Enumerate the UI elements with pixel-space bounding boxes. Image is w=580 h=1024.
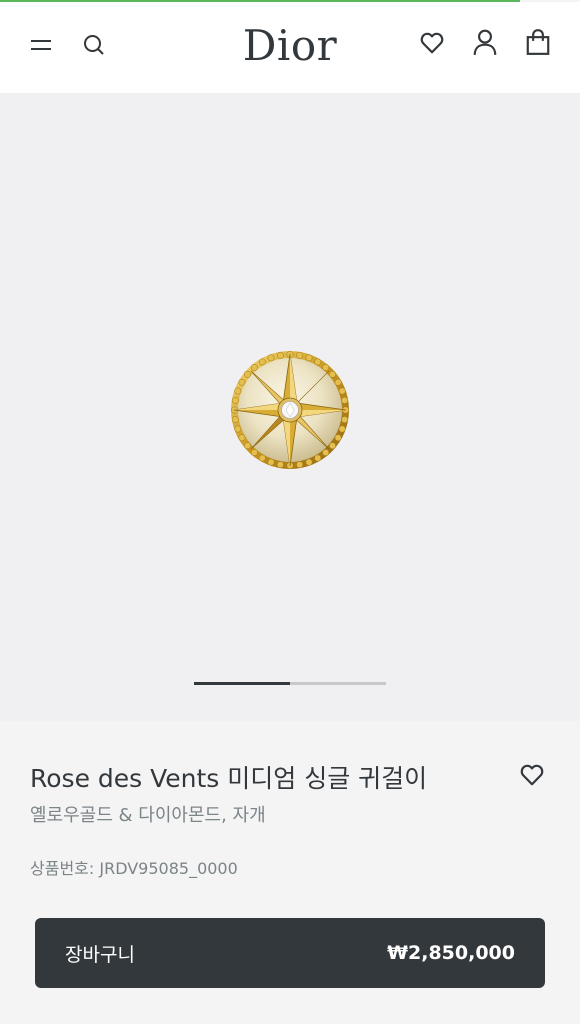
wishlist-button[interactable]: [412, 23, 452, 63]
earring-bead: [322, 364, 330, 371]
earring-bead: [234, 425, 242, 433]
earring-bead: [258, 358, 266, 366]
bag-icon: [526, 29, 550, 55]
earring-bead: [322, 449, 330, 456]
add-to-cart-label: 장바구니: [65, 943, 135, 966]
earring-bead: [296, 351, 304, 359]
earring-bead: [341, 396, 349, 404]
earring-bead: [267, 458, 275, 466]
product-material: 옐로우골드 & 다이아몬드, 자개: [30, 805, 266, 826]
shopping-bag-button[interactable]: [518, 22, 558, 62]
product-title: Rose des Vents 미디엄 싱글 귀걸이: [30, 764, 428, 793]
earring-bead: [231, 416, 239, 424]
account-icon: [473, 29, 497, 55]
heart-icon: [420, 32, 444, 54]
earring-bead: [258, 454, 266, 462]
earring-bead: [334, 434, 342, 442]
earring-bead: [250, 449, 258, 456]
earring-bead: [329, 442, 336, 450]
gallery-pagination[interactable]: [194, 682, 386, 685]
earring-bead: [305, 354, 313, 362]
earring-bead: [334, 378, 342, 386]
add-to-cart-button[interactable]: 장바구니 ₩2,850,000: [35, 918, 545, 988]
earring-bead: [250, 364, 258, 371]
earring-bead: [234, 387, 242, 395]
earring-bead: [314, 454, 322, 462]
earring-bead: [296, 461, 304, 469]
product-wishlist-button[interactable]: [514, 757, 550, 793]
product-price: ₩2,850,000: [387, 942, 515, 964]
earring-bead: [244, 442, 251, 450]
heart-icon: [520, 764, 544, 786]
earring-bead: [238, 378, 246, 386]
account-button[interactable]: [465, 22, 505, 62]
earring-bead: [244, 370, 251, 378]
earring-bead: [276, 461, 284, 469]
earring-bead: [238, 434, 246, 442]
product-info: Rose des Vents 미디엄 싱글 귀걸이 옐로우골드 & 다이아몬드,…: [0, 721, 580, 1024]
earring-bead: [341, 416, 349, 424]
product-sku: 상품번호: JRDV95085_0000: [30, 859, 238, 878]
earring-bead: [231, 396, 239, 404]
earring-bead: [305, 458, 313, 466]
earring-bead: [267, 354, 275, 362]
earring-bead: [276, 351, 284, 359]
earring-bead: [338, 425, 346, 433]
earring-bead: [329, 370, 336, 378]
product-image-gallery[interactable]: [0, 93, 580, 721]
gallery-pagination-active: [194, 682, 290, 685]
earring-bead: [314, 358, 322, 366]
earring-image: [231, 351, 349, 469]
site-header: Dior: [0, 2, 580, 93]
earring-bead: [338, 387, 346, 395]
